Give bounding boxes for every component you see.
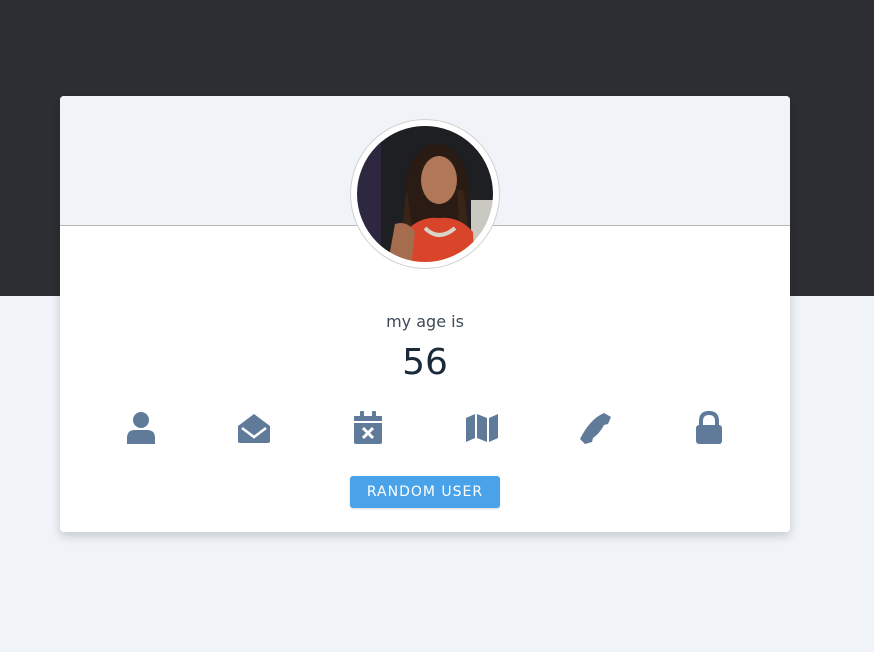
- info-label: my age is: [386, 312, 464, 331]
- user-card: my age is 56 RANDOM USER: [60, 96, 790, 532]
- avatar: [351, 120, 499, 268]
- map-icon[interactable]: [462, 410, 502, 446]
- random-user-button[interactable]: RANDOM USER: [350, 476, 500, 508]
- phone-icon[interactable]: [575, 410, 615, 446]
- lock-icon[interactable]: [689, 410, 729, 446]
- user-icon[interactable]: [121, 410, 161, 446]
- avatar-photo: [353, 122, 497, 266]
- icon-row: [60, 410, 790, 446]
- calendar-times-icon[interactable]: [348, 410, 388, 446]
- envelope-open-icon[interactable]: [234, 410, 274, 446]
- info-value: 56: [402, 342, 448, 383]
